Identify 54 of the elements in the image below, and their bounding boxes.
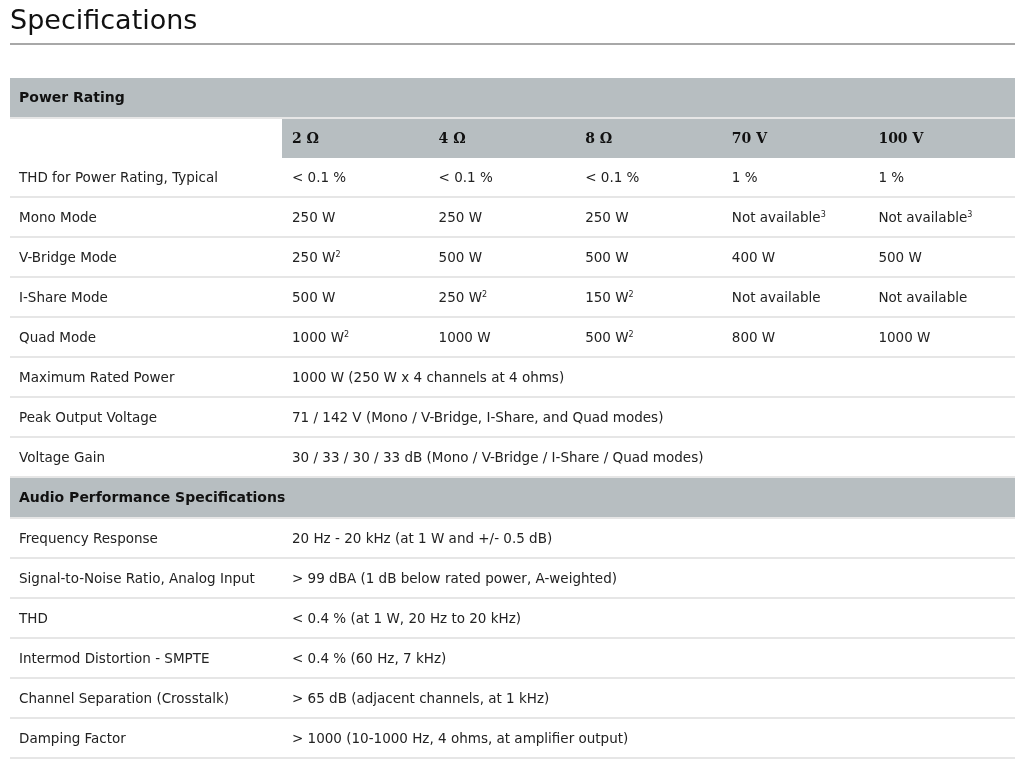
- column-header: 8 Ω: [575, 119, 722, 158]
- row-label: Intermod Distortion - SMPTE: [10, 639, 282, 679]
- table-cell: Not available: [868, 278, 1015, 318]
- table-cell: Not available: [721, 278, 869, 318]
- column-header: 70 V: [721, 119, 869, 158]
- row-label: Peak Output Voltage: [10, 398, 282, 438]
- table-cell: Not available$^{3}$: [868, 198, 1015, 238]
- table-cell: 1000 W (250 W x 4 channels at 4 ohms): [282, 358, 1015, 398]
- table-cell: < 0.1 %: [282, 158, 429, 198]
- column-header: 2 Ω: [282, 119, 429, 158]
- table-cell: < 0.4 % (60 Hz, 7 kHz): [282, 639, 1015, 679]
- table-cell: < 0.1 %: [575, 158, 722, 198]
- table-cell: 71 / 142 V (Mono / V-Bridge, I-Share, and Quad modes): [282, 398, 1015, 438]
- row-label: THD for Power Rating, Typical: [10, 158, 282, 198]
- table-cell: 250 W$^{2}$: [428, 278, 576, 318]
- table-cell: 1000 W: [868, 318, 1015, 358]
- table-cell: < 0.1 %: [428, 158, 576, 198]
- table-cell: 150 W$^{2}$: [575, 278, 722, 318]
- table-cell: > 1000 (10-1000 Hz, 4 ohms, at amplifier output): [282, 719, 1015, 759]
- row-label: Mono Mode: [10, 198, 282, 238]
- table-cell: 500 W: [428, 238, 576, 278]
- table-cell: > 65 dB (adjacent channels, at 1 kHz): [282, 679, 1015, 719]
- table-cell: 250 W: [428, 198, 576, 238]
- table-cell: < 0.4 % (at 1 W, 20 Hz to 20 kHz): [282, 599, 1015, 639]
- table-cell: 1 %: [868, 158, 1015, 198]
- row-label: Channel Separation (Crosstalk): [10, 679, 282, 719]
- table-cell: 20 Hz - 20 kHz (at 1 W and +/- 0.5 dB): [282, 519, 1015, 559]
- row-label: Damping Factor: [10, 719, 282, 759]
- row-label: Maximum Rated Power: [10, 358, 282, 398]
- row-label: THD: [10, 599, 282, 639]
- table-cell: Not available$^{3}$: [721, 198, 869, 238]
- page-title: Specifications: [10, 0, 1015, 45]
- table-cell: 250 W$^{2}$: [282, 238, 429, 278]
- table-cell: 1000 W: [428, 318, 576, 358]
- section-header: Audio Performance Specifications: [10, 478, 1015, 519]
- row-label: V-Bridge Mode: [10, 238, 282, 278]
- row-label: I-Share Mode: [10, 278, 282, 318]
- table-cell: 800 W: [721, 318, 869, 358]
- table-cell: 1 %: [721, 158, 869, 198]
- table-cell: 250 W: [282, 198, 429, 238]
- table-cell: 500 W: [868, 238, 1015, 278]
- table-cell: 500 W$^{2}$: [575, 318, 722, 358]
- row-label: Quad Mode: [10, 318, 282, 358]
- row-label: Frequency Response: [10, 519, 282, 559]
- table-cell: 1000 W$^{2}$: [282, 318, 429, 358]
- column-header: 4 Ω: [428, 119, 576, 158]
- row-label: Signal-to-Noise Ratio, Analog Input: [10, 559, 282, 599]
- table-cell: > 99 dBA (1 dB below rated power, A-weighted): [282, 559, 1015, 599]
- table-cell: 250 W: [575, 198, 722, 238]
- table-cell: 400 W: [721, 238, 869, 278]
- table-cell: 500 W: [282, 278, 429, 318]
- section-header: Power Rating: [10, 78, 1015, 119]
- table-cell: 500 W: [575, 238, 722, 278]
- column-header: 100 V: [868, 119, 1015, 158]
